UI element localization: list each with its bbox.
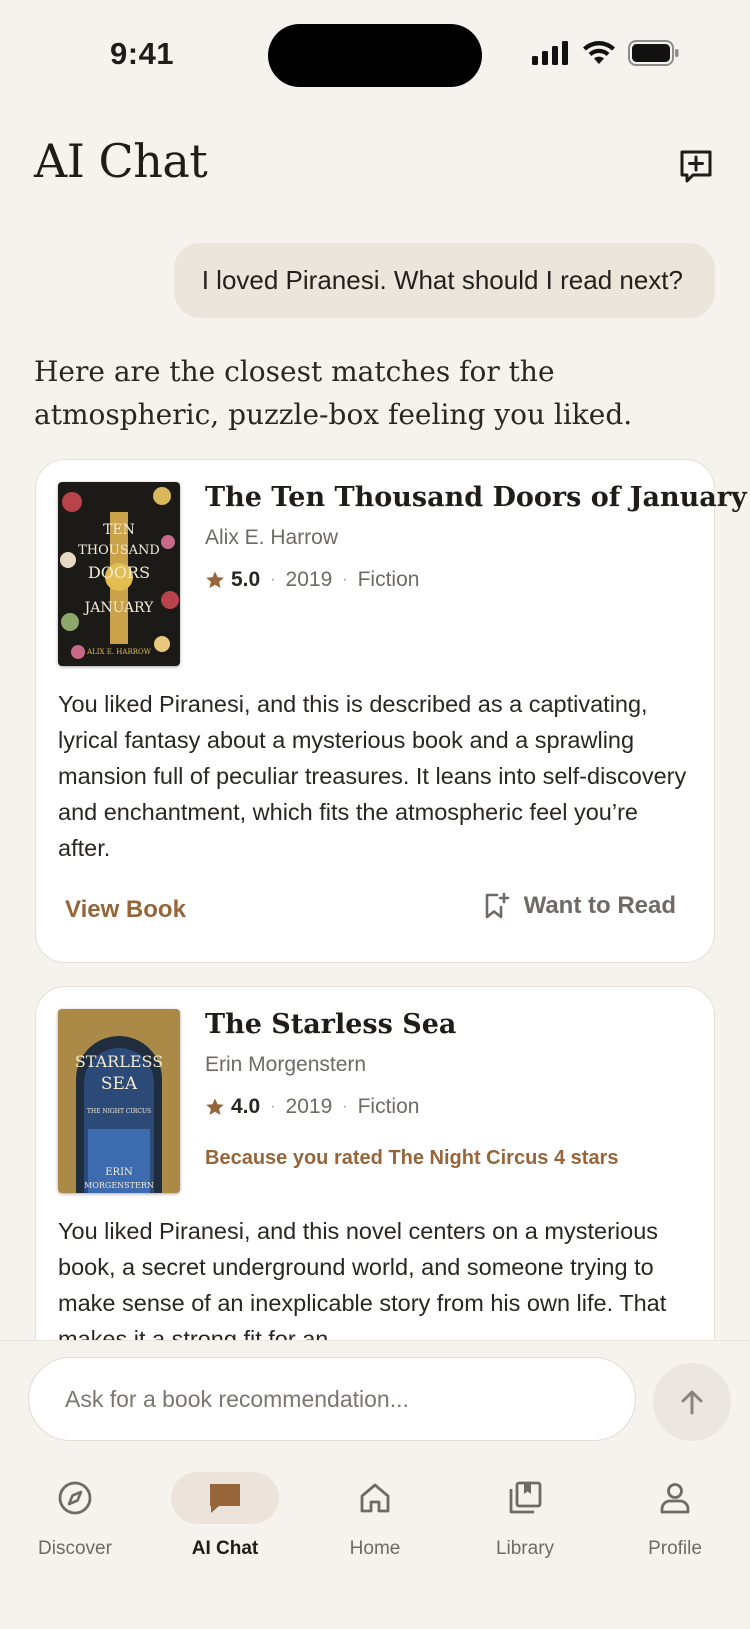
meta-separator: · (342, 1098, 348, 1115)
ai-intro-text: Here are the closest matches for the atm… (34, 355, 633, 431)
tab-label: AI Chat (191, 1538, 259, 1559)
meta-separator: · (270, 1098, 276, 1115)
view-book-button[interactable]: View Book (65, 896, 186, 924)
svg-text:DOORS: DOORS (88, 563, 150, 582)
book-genre: Fiction (357, 1095, 420, 1118)
meta-separator: · (270, 571, 276, 588)
book-cover-image[interactable]: STARLESS SEA THE NIGHT CIRCUS ERIN MORGE… (58, 1009, 180, 1193)
svg-text:MORGENSTERN: MORGENSTERN (84, 1181, 154, 1190)
tab-icon-wrap (321, 1472, 429, 1524)
recommendation-reason: Because you rated The Night Circus 4 sta… (205, 1147, 619, 1169)
book-meta: 4.0 · 2019 · Fiction (205, 1095, 419, 1119)
profile-icon (660, 1483, 690, 1514)
rating-value: 5.0 (231, 568, 261, 591)
tab-label: Profile (648, 1538, 702, 1559)
tab-icon-wrap (171, 1472, 279, 1524)
chat-icon (210, 1484, 240, 1513)
book-author: Alix E. Harrow (205, 526, 339, 549)
tab-bar: Discover AI Chat Home Library Profile (0, 1460, 750, 1629)
svg-text:THE NIGHT CIRCUS: THE NIGHT CIRCUS (87, 1108, 151, 1115)
want-to-read-label: Want to Read (523, 892, 676, 919)
meta-separator: · (342, 571, 348, 588)
battery-icon (628, 40, 679, 66)
star-icon (206, 1098, 224, 1115)
book-year: 2019 (285, 1095, 333, 1118)
home-icon (360, 1483, 390, 1513)
book-card[interactable]: STARLESS SEA THE NIGHT CIRCUS ERIN MORGE… (35, 986, 715, 1340)
tab-label: Discover (38, 1538, 112, 1559)
book-year: 2019 (285, 568, 333, 591)
want-to-read-button[interactable]: Want to Read (484, 892, 676, 920)
tab-icon-wrap (471, 1472, 579, 1524)
book-title[interactable]: The Ten Thousand Doors of January (205, 482, 747, 513)
svg-text:SEA: SEA (101, 1074, 138, 1094)
chat-input[interactable] (28, 1357, 636, 1441)
tab-ai-chat[interactable]: AI Chat (155, 1472, 295, 1560)
svg-text:TEN: TEN (103, 522, 135, 538)
svg-text:ALIX E. HARROW: ALIX E. HARROW (86, 648, 152, 656)
book-author: Erin Morgenstern (205, 1053, 367, 1076)
tab-label: Library (495, 1538, 555, 1559)
book-genre: Fiction (357, 568, 420, 591)
arrow-up-icon (681, 1390, 703, 1415)
new-chat-icon (680, 150, 712, 183)
book-title[interactable]: The Starless Sea (205, 1009, 456, 1040)
book-description: You liked Piranesi, and this is describe… (58, 691, 687, 861)
tab-icon-wrap (21, 1472, 129, 1524)
user-message-bubble: I loved Piranesi. What should I read nex… (173, 243, 715, 318)
book-card[interactable]: TEN THOUSAND DOORS JANUARY ALIX E. HARRO… (35, 459, 747, 963)
tab-library[interactable]: Library (455, 1472, 595, 1560)
send-button[interactable] (653, 1363, 731, 1441)
signal-icon (532, 41, 568, 65)
status-icons (532, 40, 680, 66)
wifi-icon (583, 41, 615, 64)
book-description: You liked Piranesi, and this novel cente… (58, 1218, 667, 1340)
star-icon (206, 571, 224, 588)
book-meta: 5.0 · 2019 · Fiction (205, 568, 419, 592)
new-chat-button[interactable] (676, 146, 716, 186)
library-icon (509, 1481, 542, 1514)
tab-home[interactable]: Home (305, 1472, 445, 1560)
tab-discover[interactable]: Discover (5, 1472, 145, 1560)
svg-text:JANUARY: JANUARY (83, 600, 155, 616)
svg-text:THOUSAND: THOUSAND (78, 543, 160, 558)
dynamic-island (268, 24, 482, 87)
svg-text:STARLESS: STARLESS (75, 1052, 163, 1071)
book-cover-image[interactable]: TEN THOUSAND DOORS JANUARY ALIX E. HARRO… (58, 482, 180, 666)
bookmark-add-icon (485, 892, 509, 919)
chat-composer (0, 1340, 750, 1461)
tab-label: Home (349, 1538, 401, 1559)
svg-text:ERIN: ERIN (105, 1167, 133, 1178)
compass-icon (58, 1481, 92, 1515)
tab-icon-wrap (621, 1472, 729, 1524)
status-time: 9:41 (110, 36, 175, 71)
page-title: AI Chat (34, 134, 208, 188)
tab-profile[interactable]: Profile (605, 1472, 745, 1560)
rating-value: 4.0 (231, 1095, 261, 1118)
chat-scroll-area[interactable]: 9:41 AI Chat I loved Piranesi. What shou… (0, 0, 750, 1340)
